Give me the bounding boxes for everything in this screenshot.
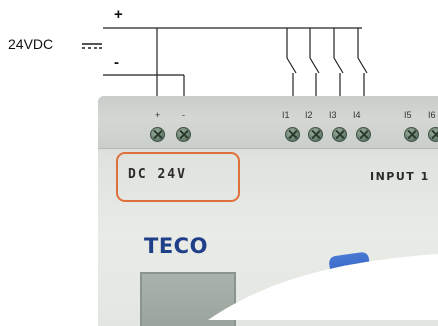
photo-cutaway bbox=[208, 254, 438, 320]
